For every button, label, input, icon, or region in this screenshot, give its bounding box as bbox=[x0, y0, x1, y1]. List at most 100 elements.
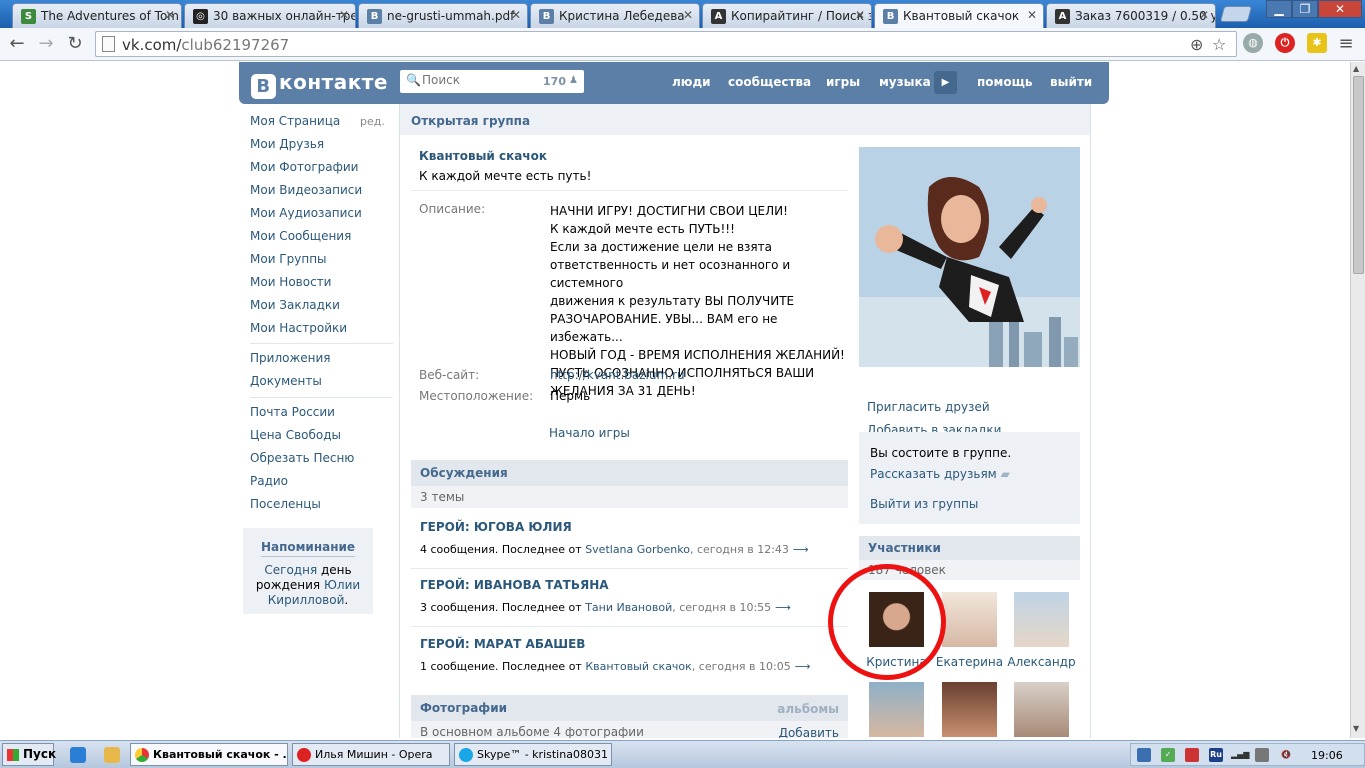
group-avatar[interactable] bbox=[859, 147, 1080, 367]
scrollbar-thumb[interactable] bbox=[1353, 76, 1364, 274]
arrow-right-icon[interactable]: ⟶ bbox=[795, 660, 811, 673]
browser-tab[interactable]: ◎ 30 важных онлайн-тре ✕ bbox=[184, 3, 356, 28]
adblock-icon[interactable]: ⏻ bbox=[1275, 33, 1295, 53]
search-input[interactable] bbox=[422, 73, 532, 87]
avatar[interactable] bbox=[1014, 592, 1069, 647]
maximize-button[interactable]: ❐ bbox=[1292, 0, 1318, 18]
invite-friends-link[interactable]: Пригласить друзей bbox=[867, 400, 990, 414]
menu-my-videos[interactable]: Мои Видеозаписи bbox=[250, 183, 362, 197]
photos-header[interactable]: Фотографии альбомы bbox=[411, 695, 848, 721]
browser-tab[interactable]: S The Adventures of Tom ✕ bbox=[12, 3, 182, 28]
member-name[interactable]: Екатерина bbox=[932, 655, 1007, 669]
taskbar-skype[interactable]: Skype™ - kristina08031 bbox=[454, 743, 612, 766]
browser-tab-active[interactable]: В Квантовый скачок ✕ bbox=[874, 3, 1044, 29]
signal-icon[interactable]: ▂▄▆ bbox=[1231, 748, 1249, 762]
menu-my-messages[interactable]: Мои Сообщения bbox=[250, 229, 351, 243]
tell-friends-link[interactable]: Рассказать друзьям ▰ bbox=[870, 467, 1010, 481]
member-item[interactable] bbox=[869, 682, 924, 737]
vk-logo[interactable]: Вконтакте bbox=[251, 70, 388, 99]
topic-item[interactable]: ГЕРОЙ: ЮГОВА ЮЛИЯ 4 сообщения. Последнее… bbox=[420, 520, 809, 556]
menu-documents[interactable]: Документы bbox=[250, 374, 322, 388]
topic-author-link[interactable]: Тани Ивановой bbox=[585, 601, 672, 614]
new-tab-button[interactable] bbox=[1219, 6, 1253, 22]
member-item[interactable] bbox=[1014, 682, 1069, 737]
topic-item[interactable]: ГЕРОЙ: МАРАТ АБАШЕВ 1 сообщение. Последн… bbox=[420, 637, 811, 673]
language-indicator[interactable]: Ru bbox=[1209, 748, 1223, 762]
taskbar-opera[interactable]: Илья Мишин - Opera bbox=[292, 743, 450, 766]
nav-games[interactable]: игры bbox=[826, 75, 860, 89]
clock[interactable]: 19:06 bbox=[1311, 749, 1343, 762]
menu-my-settings[interactable]: Мои Настройки bbox=[250, 321, 347, 335]
start-button[interactable]: Пуск bbox=[2, 743, 56, 766]
usb-icon[interactable] bbox=[1255, 748, 1269, 762]
leave-group-link[interactable]: Выйти из группы bbox=[870, 497, 978, 511]
menu-edit-link[interactable]: ред. bbox=[360, 115, 385, 128]
zoom-icon[interactable]: ⊕ bbox=[1190, 35, 1203, 54]
member-item[interactable]: Екатерина bbox=[936, 592, 1003, 669]
discussions-header[interactable]: Обсуждения bbox=[411, 460, 848, 486]
arrow-right-icon[interactable]: ⟶ bbox=[793, 543, 809, 556]
avatar[interactable] bbox=[942, 682, 997, 737]
close-icon[interactable]: ✕ bbox=[165, 8, 175, 22]
globe-extension-icon[interactable]: ◍ bbox=[1243, 33, 1263, 53]
member-name[interactable]: Александр bbox=[1004, 655, 1079, 669]
volume-muted-icon[interactable]: 🔇 bbox=[1279, 748, 1293, 762]
menu-wrench-icon[interactable]: ≡ bbox=[1335, 33, 1357, 55]
topic-author-link[interactable]: Svetlana Gorbenko bbox=[585, 543, 690, 556]
ie-icon[interactable] bbox=[70, 747, 86, 763]
browser-tab[interactable]: В ne-grusti-ummah.pdf ✕ bbox=[358, 3, 528, 28]
menu-app-item[interactable]: Почта России bbox=[250, 405, 335, 419]
topic-title[interactable]: ГЕРОЙ: ЮГОВА ЮЛИЯ bbox=[420, 520, 809, 534]
menu-my-groups[interactable]: Мои Группы bbox=[250, 252, 327, 266]
menu-app-item[interactable]: Цена Свободы bbox=[250, 428, 341, 442]
avatar[interactable] bbox=[942, 592, 997, 647]
nav-logout[interactable]: выйти bbox=[1050, 75, 1092, 89]
member-item[interactable] bbox=[942, 682, 997, 737]
close-icon[interactable]: ✕ bbox=[511, 8, 521, 22]
address-bar[interactable]: vk.com/club62197267 ⊕ ☆ bbox=[95, 31, 1237, 57]
menu-my-bookmarks[interactable]: Мои Закладки bbox=[250, 298, 340, 312]
browser-tab[interactable]: В Кристина Лебедева ✕ bbox=[530, 3, 700, 28]
add-photo-link[interactable]: Добавить bbox=[779, 726, 839, 738]
taskbar-chrome[interactable]: Квантовый скачок - ... bbox=[130, 743, 288, 766]
scroll-down-icon[interactable]: ▼ bbox=[1353, 724, 1359, 733]
forward-button[interactable]: → bbox=[35, 33, 57, 55]
folder-icon[interactable] bbox=[104, 747, 120, 763]
nav-music[interactable]: музыка bbox=[879, 75, 931, 89]
menu-my-friends[interactable]: Мои Друзья bbox=[250, 137, 324, 151]
browser-tab[interactable]: A Заказ 7600319 / 0.50 у. ✕ bbox=[1046, 3, 1216, 28]
scroll-up-icon[interactable]: ▲ bbox=[1353, 64, 1359, 73]
topic-title[interactable]: ГЕРОЙ: МАРАТ АБАШЕВ bbox=[420, 637, 811, 651]
close-icon[interactable]: ✕ bbox=[1027, 8, 1037, 22]
tray-icon[interactable] bbox=[1137, 748, 1151, 762]
menu-my-audio[interactable]: Мои Аудиозаписи bbox=[250, 206, 362, 220]
menu-app-item[interactable]: Обрезать Песню bbox=[250, 451, 354, 465]
website-link[interactable]: http://kvant.bazium.ru bbox=[550, 368, 685, 382]
menu-my-news[interactable]: Мои Новости bbox=[250, 275, 331, 289]
menu-my-photos[interactable]: Мои Фотографии bbox=[250, 160, 358, 174]
tray-icon[interactable]: ✓ bbox=[1161, 748, 1175, 762]
search-box[interactable]: 🔍 170 ♟ bbox=[400, 70, 584, 93]
reminder-today-link[interactable]: Сегодня bbox=[264, 563, 317, 577]
nav-people[interactable]: люди bbox=[672, 75, 711, 89]
arrow-right-icon[interactable]: ⟶ bbox=[775, 601, 791, 614]
nav-communities[interactable]: сообщества bbox=[728, 75, 811, 89]
close-icon[interactable]: ✕ bbox=[339, 8, 349, 22]
extension-icon[interactable]: ✱ bbox=[1307, 33, 1327, 53]
topic-title[interactable]: ГЕРОЙ: ИВАНОВА ТАТЬЯНА bbox=[420, 578, 791, 592]
back-button[interactable]: ← bbox=[6, 33, 28, 55]
menu-my-page[interactable]: Моя Страница bbox=[250, 114, 340, 128]
menu-app-item[interactable]: Радио bbox=[250, 474, 288, 488]
minimize-button[interactable]: ▁ bbox=[1266, 0, 1292, 18]
tray-icon[interactable] bbox=[1185, 748, 1199, 762]
members-header[interactable]: Участники bbox=[859, 536, 1080, 560]
avatar[interactable] bbox=[1014, 682, 1069, 737]
bookmark-star-icon[interactable]: ☆ bbox=[1212, 35, 1226, 54]
member-item[interactable]: Александр bbox=[1007, 592, 1076, 669]
albums-link[interactable]: альбомы bbox=[777, 702, 839, 716]
start-game-link[interactable]: Начало игры bbox=[549, 426, 630, 440]
close-window-button[interactable]: ✕ bbox=[1318, 0, 1362, 18]
page-scrollbar[interactable]: ▲ ▼ bbox=[1350, 62, 1365, 738]
browser-tab[interactable]: A Копирайтинг / Поиск за ✕ bbox=[702, 3, 872, 28]
avatar[interactable] bbox=[869, 682, 924, 737]
